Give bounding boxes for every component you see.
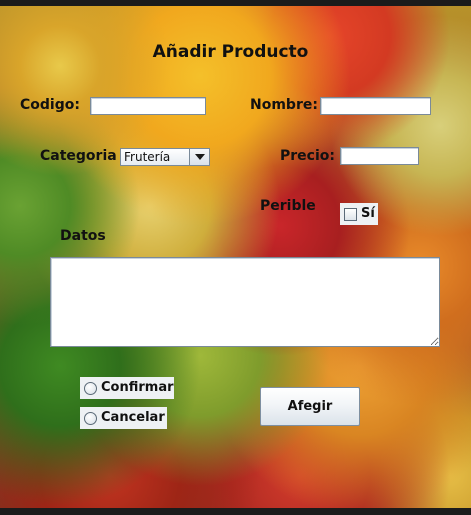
radio-icon[interactable] xyxy=(84,382,97,395)
confirmar-label: Confirmar xyxy=(101,380,174,395)
form-window: Añadir Producto Codigo: Nombre: Categori… xyxy=(0,6,471,508)
precio-input[interactable] xyxy=(340,147,419,165)
datos-label: Datos xyxy=(60,228,106,244)
radio-icon[interactable] xyxy=(84,412,97,425)
confirmar-radio[interactable]: Confirmar xyxy=(80,377,174,399)
categoria-label: Categoria xyxy=(40,148,117,164)
checkbox-icon[interactable] xyxy=(344,208,357,221)
codigo-label: Codigo: xyxy=(20,97,80,113)
perible-checkbox-label: Sí xyxy=(361,206,375,221)
form-title: Añadir Producto xyxy=(152,42,309,62)
perible-checkbox[interactable]: Sí xyxy=(340,203,378,225)
cancelar-radio[interactable]: Cancelar xyxy=(80,407,167,429)
nombre-input[interactable] xyxy=(320,97,431,115)
precio-label: Precio: xyxy=(280,148,335,164)
codigo-input[interactable] xyxy=(90,97,206,115)
add-button[interactable]: Afegir xyxy=(260,387,360,426)
chevron-down-icon[interactable] xyxy=(189,149,209,165)
categoria-selected-value: Frutería xyxy=(124,150,171,164)
datos-textarea[interactable] xyxy=(50,257,440,347)
categoria-select[interactable]: Frutería xyxy=(120,148,210,166)
nombre-label: Nombre: xyxy=(250,97,318,113)
perible-label: Perible xyxy=(260,198,316,214)
cancelar-label: Cancelar xyxy=(101,410,165,425)
